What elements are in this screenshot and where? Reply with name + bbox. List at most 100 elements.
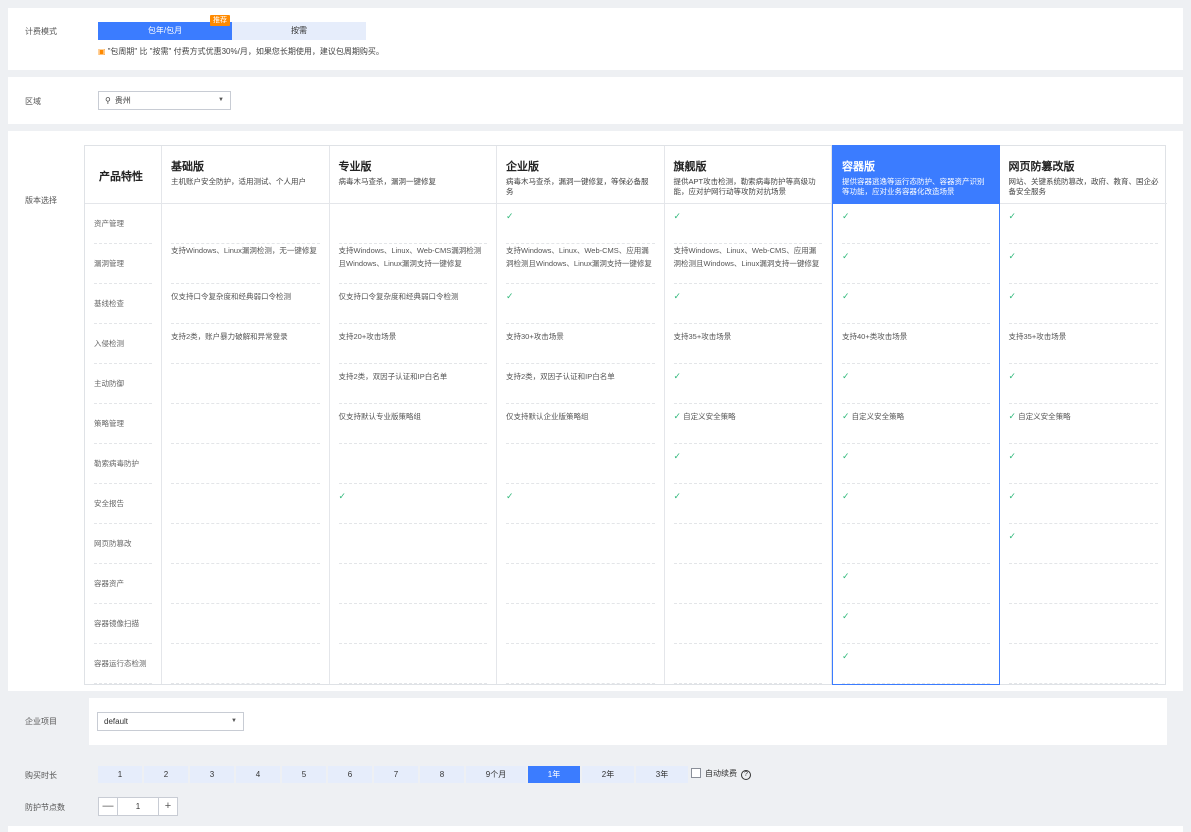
- auto-renew-checkbox[interactable]: [691, 768, 701, 778]
- edition-cell: ✓: [842, 484, 990, 524]
- node-count-stepper: — 1 +: [98, 797, 178, 816]
- edition-column-2[interactable]: 专业版 病毒木马查杀，漏洞一键修复 支持Windows、Linux、Web-CMS漏…: [329, 146, 497, 684]
- edition-cell: 支持2类，双因子认证和IP白名单: [506, 364, 655, 404]
- edition-cell: 仅支持口令复杂度和经典弱口令检测: [171, 284, 320, 324]
- edition-cell: 支持20+攻击场景: [338, 324, 487, 364]
- edition-cell: [171, 404, 320, 444]
- check-icon: ✓: [506, 491, 514, 501]
- duration-option[interactable]: 1: [98, 766, 142, 783]
- edition-cell: [506, 564, 655, 604]
- check-icon: ✓: [842, 251, 850, 261]
- duration-option[interactable]: 4: [236, 766, 280, 783]
- decrement-button[interactable]: —: [99, 798, 117, 815]
- check-icon: ✓: [842, 451, 850, 461]
- edition-cell: [506, 604, 655, 644]
- check-icon: ✓: [673, 451, 682, 461]
- edition-cell: ✓: [1008, 444, 1158, 484]
- edition-column-6[interactable]: 网页防篡改版 网站、关键系统防篡改，政府、教育、国企必备安全服务 ✓ ✓ ✓ 支持35+攻…: [999, 146, 1167, 684]
- check-icon: ✓: [1008, 531, 1017, 541]
- edition-cell: [171, 524, 320, 564]
- edition-header[interactable]: 基础版 主机账户安全防护，适用测试、个人用户: [162, 146, 329, 204]
- edition-cell: 支持40+类攻击场景: [842, 324, 990, 364]
- duration-option[interactable]: 9个月: [466, 766, 526, 783]
- edition-cell: 支持30+攻击场景: [506, 324, 655, 364]
- edition-name: 企业版: [506, 161, 539, 173]
- check-icon: ✓: [842, 651, 850, 661]
- edition-name: 网页防篡改版: [1008, 161, 1075, 173]
- check-icon: ✓: [842, 611, 850, 621]
- billing-panel: 计费模式 包年/包月 按需 推荐 ▣ "包周期" 比 "按需" 付费方式优惠30%…: [8, 8, 1183, 70]
- edition-cell: 仅支持默认企业版策略组: [506, 404, 655, 444]
- edition-column-5[interactable]: 容器版 提供容器逃逸等运行态防护、容器资产识别等功能，应对业务容器化改造场景 ✓ ✓ ✓…: [832, 145, 1000, 685]
- auto-renew[interactable]: 自动续费?: [691, 768, 751, 780]
- edition-column-3[interactable]: 企业版 病毒木马查杀，漏洞一键修复，等保必备服务 ✓ 支持Windows、Linux、…: [497, 146, 665, 684]
- check-icon: ✓: [1008, 211, 1017, 221]
- edition-cell: ✓: [506, 284, 655, 324]
- edition-desc: 提供APT攻击检测，勒索病毒防护等高级功能，应对护网行动等攻防对抗场景: [673, 177, 816, 196]
- edition-cell: 支持Windows、Linux、Web-CMS、应用漏洞检测且Windows、L…: [506, 244, 655, 284]
- help-icon[interactable]: ?: [741, 770, 751, 780]
- edition-cell: [338, 604, 487, 644]
- increment-button[interactable]: +: [159, 798, 177, 815]
- feature-row-label: 容器资产: [94, 564, 152, 604]
- check-icon: ✓: [842, 491, 850, 501]
- edition-name: 容器版: [842, 161, 875, 173]
- feature-row-label: 容器镜像扫描: [94, 604, 152, 644]
- edition-cell: [673, 564, 822, 604]
- edition-cell: ✓: [842, 644, 990, 684]
- feature-row-label: 资产管理: [94, 204, 152, 244]
- edition-comparison-table: 产品特性 资产管理 漏洞管理 基线检查 入侵检测 主动防御 策略管理 勒索病毒防护 安全报告网…: [84, 145, 1167, 685]
- duration-option[interactable]: 3: [190, 766, 234, 783]
- check-icon: ✓: [842, 571, 850, 581]
- edition-cell: ✓: [1008, 244, 1158, 284]
- edition-cell: ✓: [673, 204, 822, 244]
- check-icon: ✓: [506, 211, 514, 221]
- edition-column-1[interactable]: 基础版 主机账户安全防护，适用测试、个人用户 支持Windows、Linux漏洞检测…: [162, 146, 330, 684]
- edition-header[interactable]: 旗舰版 提供APT攻击检测，勒索病毒防护等高级功能，应对护网行动等攻防对抗场景: [664, 146, 831, 204]
- check-icon: ✓: [842, 211, 850, 221]
- duration-option[interactable]: 6: [328, 766, 372, 783]
- edition-cell: ✓: [673, 364, 822, 404]
- recommend-badge: 推荐: [210, 15, 230, 26]
- check-icon: ✓: [1008, 371, 1017, 381]
- edition-cell: 支持35+攻击场景: [673, 324, 822, 364]
- edition-cell: [842, 524, 990, 564]
- edition-cell: 支持Windows、Linux、Web-CMS、应用漏洞检测且Windows、L…: [673, 244, 822, 284]
- edition-cell: [506, 644, 655, 684]
- edition-cell: ✓: [1008, 524, 1158, 564]
- edition-desc: 主机账户安全防护，适用测试、个人用户: [171, 177, 306, 186]
- edition-cell: 仅支持默认专业版策略组: [338, 404, 487, 444]
- duration-option[interactable]: 2: [144, 766, 188, 783]
- project-select[interactable]: default ▼: [97, 712, 244, 731]
- edition-cell: ✓: [673, 484, 822, 524]
- edition-header[interactable]: 网页防篡改版 网站、关键系统防篡改，政府、教育、国企必备安全服务: [999, 146, 1167, 204]
- edition-cell: [338, 204, 487, 244]
- region-select[interactable]: ⚲ 贵州 ▼: [98, 91, 231, 110]
- edition-cell: [171, 604, 320, 644]
- region-panel: 区域 ⚲ 贵州 ▼: [8, 77, 1183, 124]
- check-icon: ✓: [673, 371, 682, 381]
- edition-cell: [171, 444, 320, 484]
- edition-cell: 支持35+攻击场景: [1008, 324, 1158, 364]
- chevron-down-icon: ▼: [218, 97, 224, 103]
- edition-cell: ✓: [673, 444, 822, 484]
- duration-option[interactable]: 3年: [636, 766, 688, 783]
- edition-header[interactable]: 专业版 病毒木马查杀，漏洞一键修复: [329, 146, 496, 204]
- duration-option[interactable]: 2年: [582, 766, 634, 783]
- billing-option-on-demand[interactable]: 按需: [232, 22, 366, 40]
- duration-option[interactable]: 5: [282, 766, 326, 783]
- edition-header[interactable]: 企业版病毒木马查杀，漏洞一键修复，等保必备服务: [497, 146, 664, 204]
- edition-cell: ✓: [842, 564, 990, 604]
- edition-cell: ✓: [842, 204, 990, 244]
- duration-option[interactable]: 1年: [528, 766, 580, 783]
- edition-header[interactable]: 容器版 提供容器逃逸等运行态防护、容器资产识别等功能，应对业务容器化改造场景: [833, 146, 999, 204]
- edition-column-4[interactable]: 旗舰版 提供APT攻击检测，勒索病毒防护等高级功能，应对护网行动等攻防对抗场景 ✓ 支…: [664, 146, 832, 684]
- check-icon: ✓: [673, 491, 682, 501]
- feature-row-label: 勒索病毒防护: [94, 444, 152, 484]
- edition-cell: [338, 644, 487, 684]
- edition-cell: [506, 444, 655, 484]
- edition-desc: 病毒木马查杀，漏洞一键修复，等保必备服务: [506, 177, 649, 196]
- duration-option[interactable]: 7: [374, 766, 418, 783]
- duration-option[interactable]: 8: [420, 766, 464, 783]
- node-count-input[interactable]: 1: [117, 798, 159, 815]
